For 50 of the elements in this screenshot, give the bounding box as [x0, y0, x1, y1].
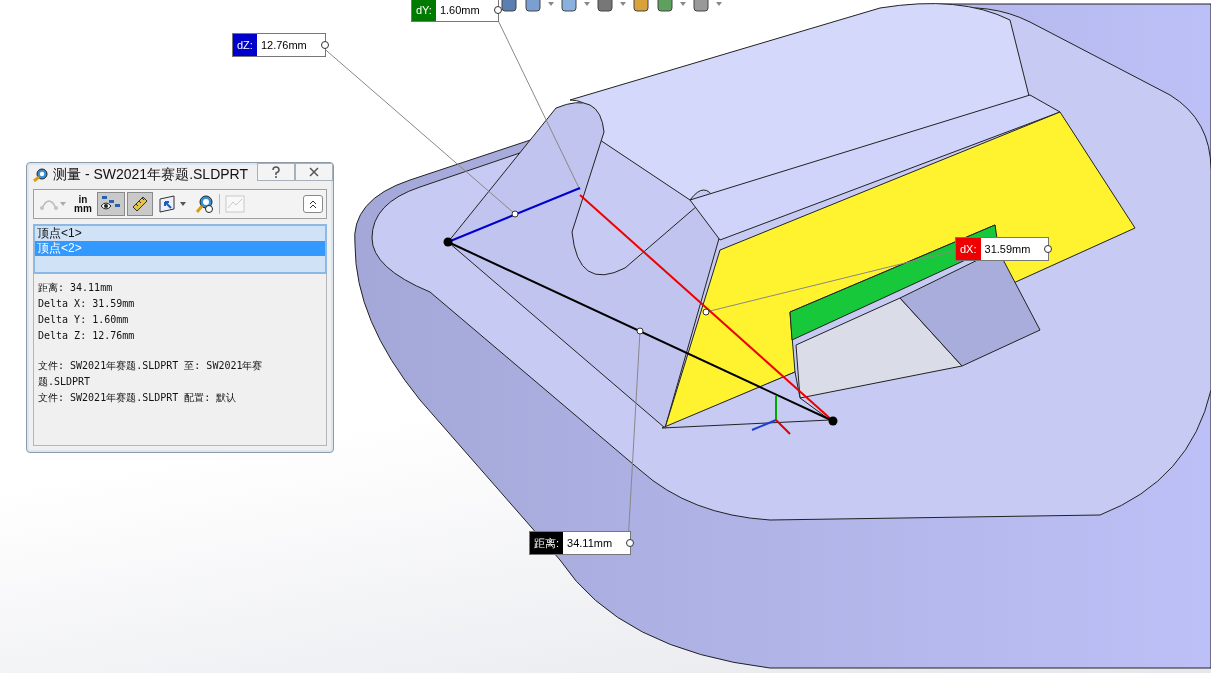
toolbar-view-icon[interactable] [560, 0, 578, 13]
leader-handle-icon[interactable] [626, 539, 635, 547]
help-button[interactable] [257, 163, 295, 181]
double-chevron-up-icon [309, 199, 317, 209]
measure-icon [33, 168, 49, 182]
cursor-frame-icon [158, 195, 178, 213]
dimension-value: 31.59mm [983, 242, 1032, 257]
file-info-text: 文件: SW2021年赛题.SLDPRT 至: SW2021年赛题.SLDPRT [38, 359, 264, 389]
dimension-value: 34.11mm [566, 536, 614, 551]
leader-handle-icon[interactable] [1044, 245, 1053, 253]
measure-history-icon [194, 194, 214, 214]
selection-list[interactable]: 顶点<1> 顶点<2> [33, 224, 327, 274]
list-item[interactable]: 顶点<1> [35, 226, 325, 241]
axis-label: 距离: [530, 532, 564, 554]
axis-label: dX: [956, 238, 981, 260]
measurement-text: Delta Y: 1.60mm [38, 313, 130, 327]
midpoint-marker [636, 327, 644, 335]
axis-label: dZ: [233, 34, 257, 56]
dimension-value: 12.76mm [259, 38, 308, 53]
caret-icon [180, 202, 186, 206]
tool-button[interactable] [97, 192, 125, 216]
measurement-text: Delta Z: 12.76mm [38, 329, 136, 343]
leader-handle-icon[interactable] [493, 6, 502, 14]
axis-triad-icon [751, 395, 791, 435]
toolbar-view-icon[interactable] [596, 0, 614, 13]
leader-handle-icon[interactable] [320, 41, 329, 49]
caret-icon [60, 202, 66, 206]
ruler-icon [130, 194, 150, 214]
vertex-point [443, 237, 453, 247]
vertex-point [828, 416, 838, 426]
question-mark-icon [271, 166, 281, 178]
units-button[interactable]: in mm [71, 192, 95, 216]
measurement-text: 距离: 34.11mm [38, 281, 114, 295]
chart-icon [225, 195, 245, 213]
axis-label: dY: [412, 0, 436, 21]
close-icon [309, 167, 319, 177]
window-title: 测量 - SW2021年赛题.SLDPRT [53, 166, 249, 184]
close-button[interactable] [295, 163, 333, 181]
collapse-button[interactable] [303, 195, 323, 213]
midpoint-marker [511, 210, 519, 218]
tool-button[interactable] [127, 192, 153, 216]
midpoint-marker [702, 308, 710, 316]
toolbar-view-icon[interactable] [500, 0, 518, 13]
dimension-value: 1.60mm [438, 3, 481, 18]
file-info-text: 文件: SW2021年赛题.SLDPRT 配置: 默认 [38, 391, 238, 405]
toolbar-view-icon[interactable] [524, 0, 542, 13]
toolbar-view-icon[interactable] [632, 0, 650, 13]
measurement-text: Delta X: 31.59mm [38, 297, 136, 311]
toolbar-view-icon[interactable] [692, 0, 710, 13]
toolbar-view-icon[interactable] [656, 0, 674, 13]
